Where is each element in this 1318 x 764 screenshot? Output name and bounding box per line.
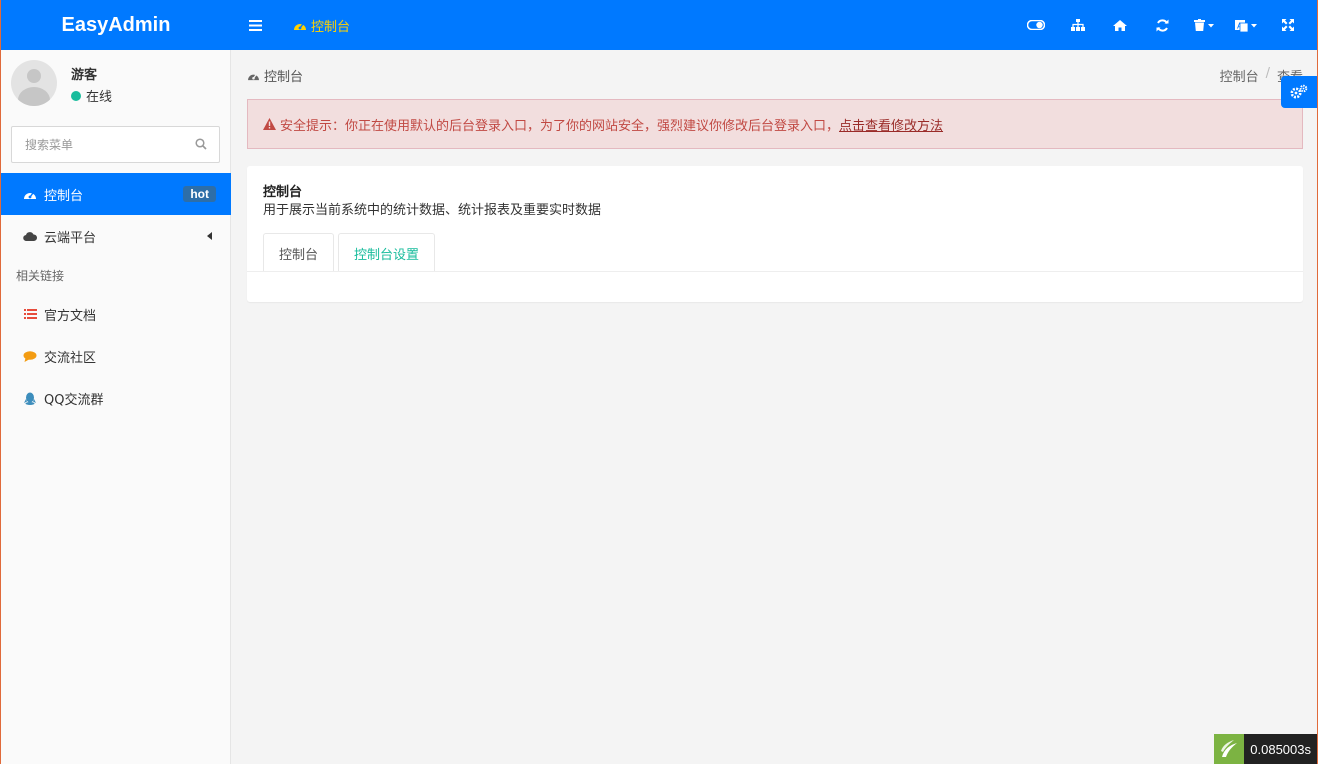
sidebar-toggle-button[interactable]: [233, 0, 277, 50]
menu-search: [11, 126, 220, 163]
sitemap-button[interactable]: [1057, 0, 1099, 50]
search-icon[interactable]: [195, 138, 207, 154]
debug-toolbar[interactable]: 0.085003s: [1214, 734, 1317, 764]
refresh-button[interactable]: [1141, 0, 1183, 50]
user-status: 在线: [71, 86, 112, 105]
tab-dashboard[interactable]: 控制台: [263, 233, 335, 272]
tab-dashboard-label: 控制台: [311, 19, 351, 35]
sidebar-item-label: 官方文档: [44, 308, 97, 324]
refresh-icon: [1156, 18, 1168, 32]
panel-title: 控制台: [263, 185, 303, 200]
dashboard-panel: 控制台 用于展示当前系统中的统计数据、统计报表及重要实时数据 控制台 控制台设置: [247, 166, 1303, 302]
user-status-label: 在线: [86, 90, 113, 105]
dashboard-icon: [293, 20, 307, 31]
language-icon: A: [1235, 19, 1257, 32]
thinkphp-logo-icon: [1214, 734, 1245, 764]
alert-text: 安全提示：你正在使用默认的后台登录入口，为了你的网站安全，强烈建议你修改后台登录…: [280, 118, 840, 134]
clear-cache-button[interactable]: [1183, 0, 1225, 50]
sidebar-item-label: QQ交流群: [44, 392, 104, 408]
related-links-header: 相关链接: [16, 268, 65, 283]
theme-toggle-button[interactable]: [1015, 0, 1057, 50]
online-status-icon: [71, 90, 81, 101]
comment-icon: [23, 350, 37, 362]
dashboard-icon: [247, 71, 260, 81]
expand-icon: [1282, 19, 1294, 31]
gears-icon: [1290, 84, 1308, 99]
sidebar-item-docs[interactable]: 官方文档: [1, 293, 231, 335]
menu-icon: [248, 19, 262, 31]
language-button[interactable]: A: [1225, 0, 1267, 50]
chevron-left-icon: [207, 232, 212, 240]
list-icon: [23, 309, 37, 319]
warning-icon: [263, 118, 276, 130]
debug-runtime: 0.085003s: [1244, 734, 1317, 764]
settings-button[interactable]: [1281, 76, 1317, 108]
top-navbar: EasyAdmin 控制台 A: [1, 0, 1317, 50]
sidebar-item-label: 云端平台: [44, 230, 97, 246]
security-alert: 安全提示：你正在使用默认的后台登录入口，为了你的网站安全，强烈建议你修改后台登录…: [247, 99, 1303, 149]
sidebar-item-label: 控制台: [44, 188, 84, 204]
avatar[interactable]: [11, 60, 57, 106]
breadcrumb-item[interactable]: 控制台: [1220, 66, 1259, 85]
sitemap-icon: [1071, 19, 1085, 31]
alert-link[interactable]: 点击查看修改方法: [839, 115, 943, 134]
tabs-divider: [247, 271, 1303, 272]
trash-icon: [1194, 19, 1214, 31]
sidebar-item-qq-group[interactable]: QQ交流群: [1, 377, 231, 419]
sidebar-menu: 控制台 hot 云端平台 相关链接 官方文档 交流社区 QQ交流群: [1, 173, 231, 419]
qq-icon: [23, 392, 37, 405]
home-icon: [1113, 19, 1127, 31]
main-content: 控制台 控制台 / 查看 安全提示：你正在使用默认的后台登录入口，为了你的网站安…: [247, 50, 1303, 764]
sidebar-item-label: 交流社区: [44, 350, 97, 366]
page-title-label: 控制台: [264, 70, 304, 85]
sidebar-item-cloud-platform[interactable]: 云端平台: [1, 215, 231, 257]
user-panel: 游客 在线: [1, 50, 230, 116]
tab-dashboard-settings[interactable]: 控制台设置: [338, 233, 436, 272]
cloud-icon: [23, 231, 37, 241]
user-name: 游客: [71, 68, 98, 83]
search-input[interactable]: [12, 127, 182, 162]
page-title: 控制台: [247, 66, 303, 85]
panel-tabs: 控制台 控制台设置: [263, 233, 439, 272]
toggle-icon: [1027, 20, 1045, 30]
fullscreen-button[interactable]: [1267, 0, 1309, 50]
app-logo[interactable]: EasyAdmin: [1, 0, 231, 50]
dashboard-icon: [23, 189, 37, 200]
home-button[interactable]: [1099, 0, 1141, 50]
sidebar: 游客 在线 控制台 hot 云端平台 相关链接: [1, 50, 231, 764]
sidebar-item-community[interactable]: 交流社区: [1, 335, 231, 377]
sidebar-item-dashboard[interactable]: 控制台 hot: [1, 173, 231, 215]
hot-badge: hot: [183, 186, 216, 202]
panel-description: 用于展示当前系统中的统计数据、统计报表及重要实时数据: [263, 203, 602, 218]
breadcrumb-separator: /: [1265, 66, 1270, 81]
tab-dashboard[interactable]: 控制台: [277, 0, 366, 50]
